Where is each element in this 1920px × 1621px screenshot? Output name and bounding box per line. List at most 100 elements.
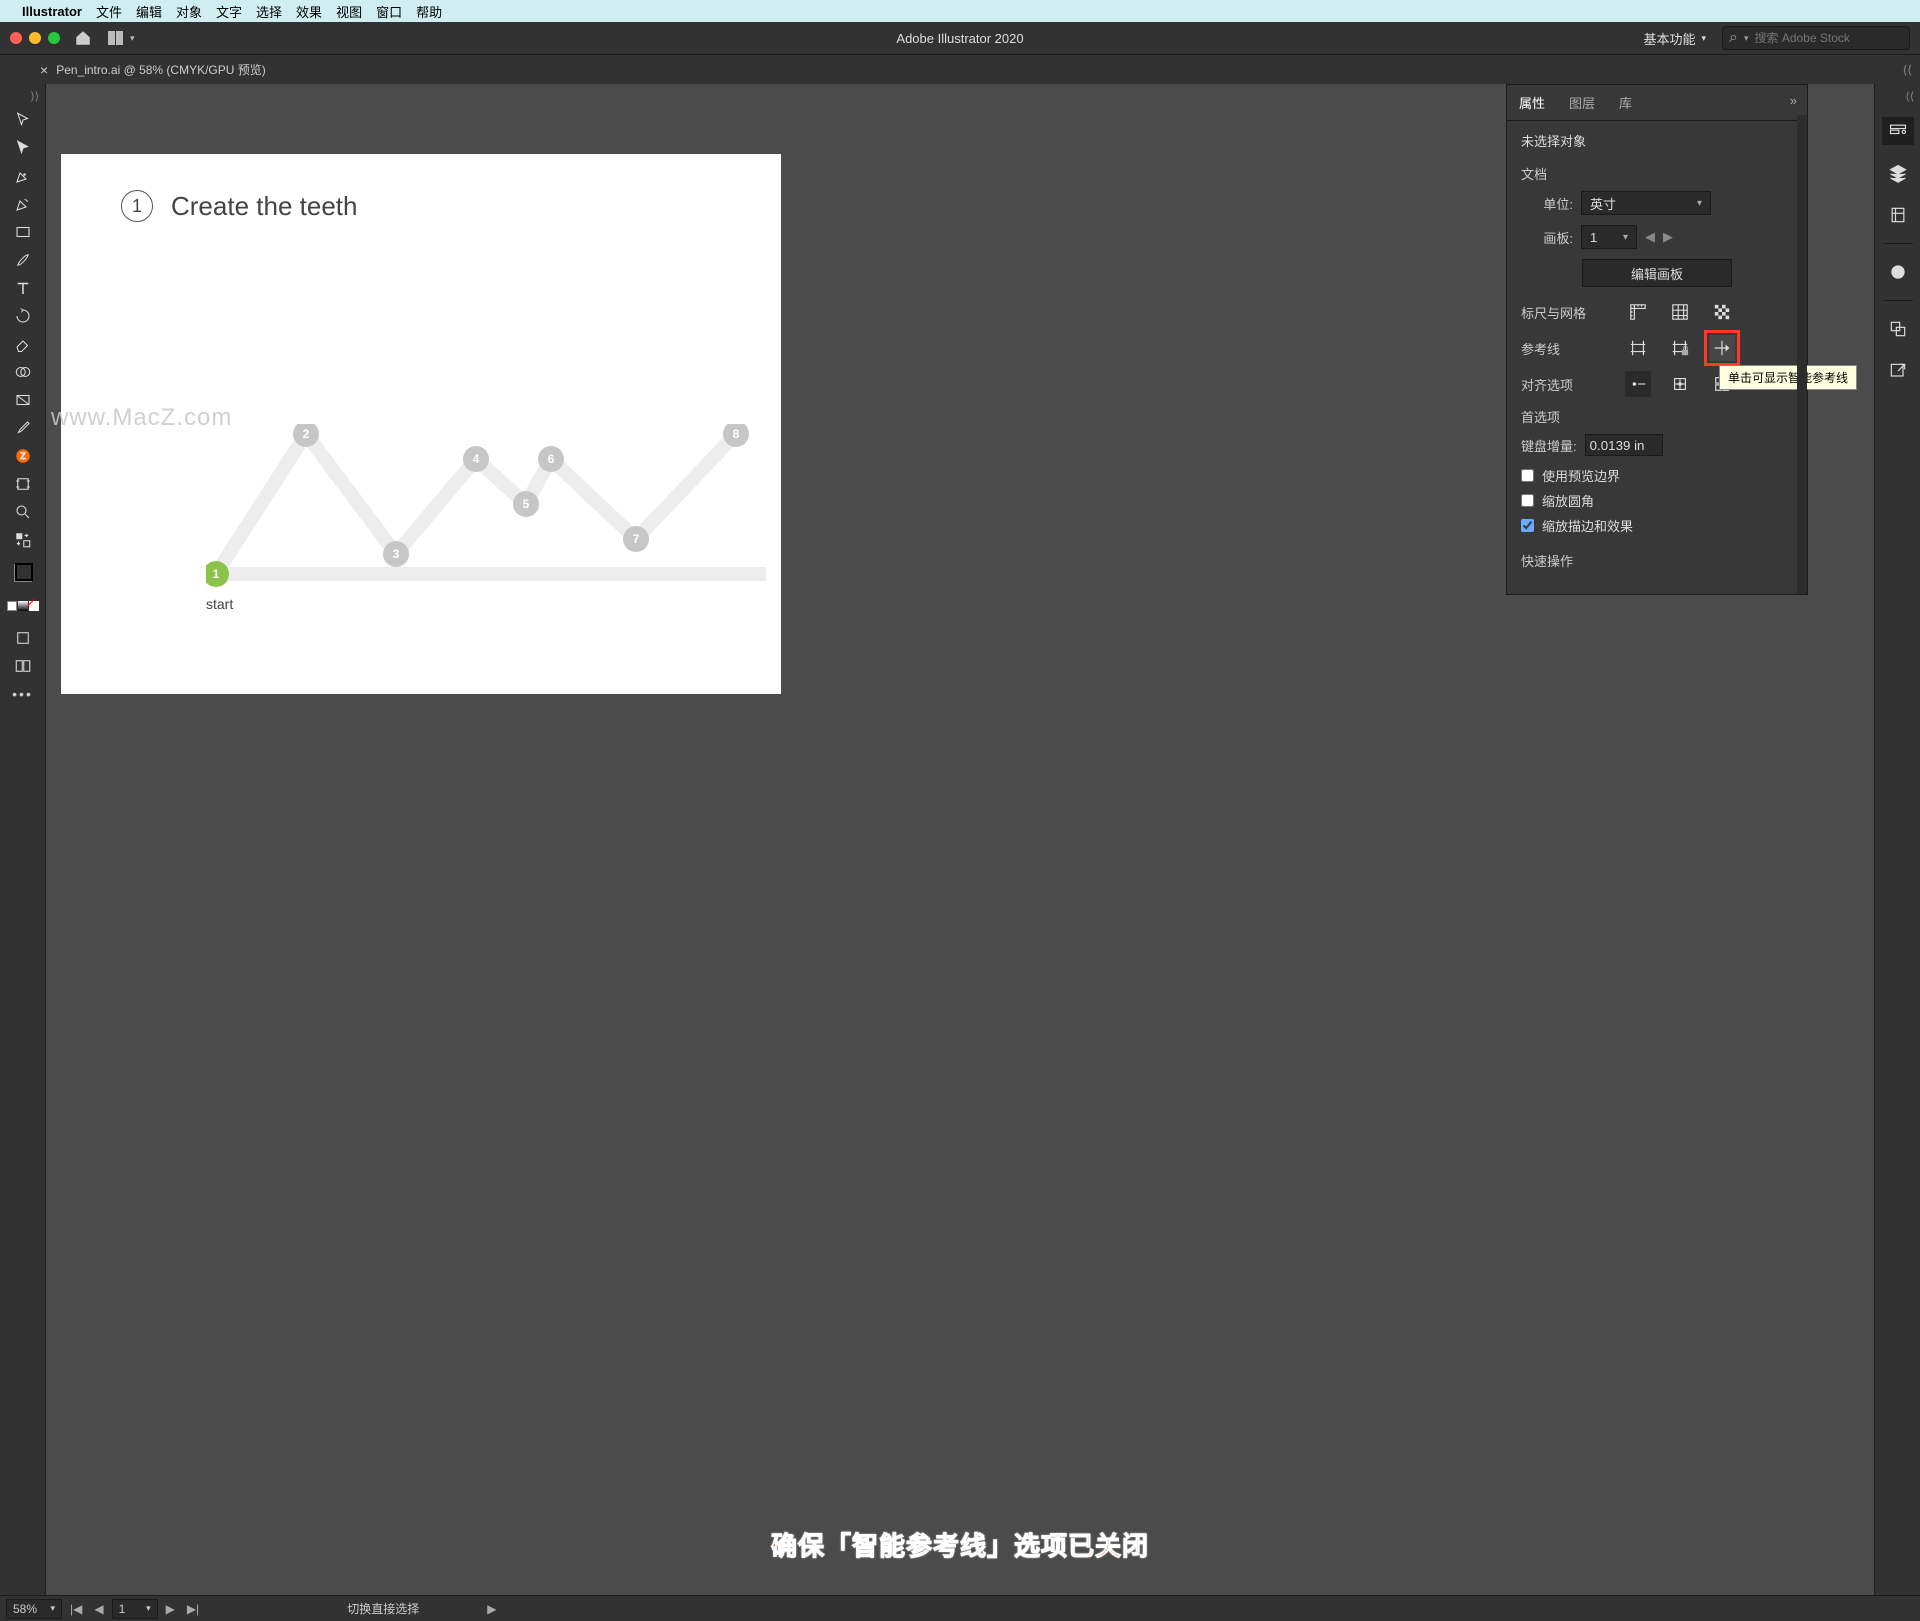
svg-text:8: 8 xyxy=(733,427,740,441)
home-icon[interactable] xyxy=(74,29,92,47)
transparency-grid-icon[interactable] xyxy=(1709,299,1735,325)
gradient-tool[interactable] xyxy=(7,387,39,413)
appearance-dock-icon[interactable] xyxy=(1882,258,1914,286)
paintbrush-tool[interactable] xyxy=(7,247,39,273)
menu-object[interactable]: 对象 xyxy=(176,2,202,21)
type-tool[interactable] xyxy=(7,275,39,301)
window-close-button[interactable] xyxy=(10,32,22,44)
adobe-stock-search[interactable]: ⌕ ▾ xyxy=(1722,26,1910,50)
unit-dropdown[interactable]: 英寸▾ xyxy=(1581,191,1711,215)
smart-guides-icon[interactable] xyxy=(1709,335,1735,361)
svg-text:7: 7 xyxy=(633,532,640,546)
window-controls xyxy=(10,32,60,44)
zoom-dropdown[interactable]: 58%▾ xyxy=(6,1599,62,1619)
swap-fill-stroke-icon[interactable] xyxy=(7,527,39,553)
app-name[interactable]: Illustrator xyxy=(22,4,82,19)
menu-select[interactable]: 选择 xyxy=(256,2,282,21)
svg-text:Z: Z xyxy=(20,451,26,461)
menu-window[interactable]: 窗口 xyxy=(376,2,402,21)
eyedropper-tool[interactable] xyxy=(7,415,39,441)
rectangle-tool[interactable] xyxy=(7,219,39,245)
first-artboard-button[interactable]: |◀ xyxy=(66,1602,86,1616)
properties-dock-icon[interactable] xyxy=(1882,117,1914,145)
collapse-toolbar-icon[interactable]: ⟩⟩ xyxy=(30,90,39,103)
scale-corners-checkbox[interactable]: 缩放圆角 xyxy=(1521,491,1793,510)
menu-file[interactable]: 文件 xyxy=(96,2,122,21)
keyboard-increment-input[interactable] xyxy=(1585,434,1663,456)
expand-dock-icon[interactable]: ⟨⟨ xyxy=(1905,90,1914,103)
artboard-tool[interactable] xyxy=(7,471,39,497)
curvature-tool[interactable] xyxy=(7,191,39,217)
expand-panels-icon[interactable]: ⟨⟨ xyxy=(1903,63,1912,77)
teeth-path-graphic: 1 2 3 4 5 6 7 8 xyxy=(206,424,766,604)
search-icon: ⌕ xyxy=(1729,29,1738,47)
macos-menubar: Illustrator 文件 编辑 对象 文字 选择 效果 视图 窗口 帮助 xyxy=(0,0,1200,22)
edit-toolbar-button[interactable]: ••• xyxy=(7,681,39,707)
document-tabbar: × Pen_intro.ai @ 58% (CMYK/GPU 预览) ⟨⟨ xyxy=(0,54,1920,84)
zoom-context-icon[interactable]: Z xyxy=(7,443,39,469)
selection-status: 未选择对象 xyxy=(1521,131,1793,150)
artboard-label: 画板: xyxy=(1521,228,1573,247)
tab-libraries[interactable]: 库 xyxy=(1607,85,1644,120)
arrange-documents-button[interactable]: ▾ xyxy=(108,31,135,45)
artboard-title: Create the teeth xyxy=(171,191,357,222)
shape-builder-tool[interactable] xyxy=(7,359,39,385)
start-label: start xyxy=(206,596,233,612)
draw-mode-button[interactable] xyxy=(7,625,39,651)
menu-view[interactable]: 视图 xyxy=(336,2,362,21)
panel-scrollbar[interactable] xyxy=(1797,115,1807,594)
svg-text:1: 1 xyxy=(213,567,220,581)
snap-to-grid-icon[interactable] xyxy=(1667,371,1693,397)
close-tab-icon[interactable]: × xyxy=(40,62,48,78)
keyboard-increment-label: 键盘增量: xyxy=(1521,436,1577,455)
next-artboard-button[interactable]: ▶ xyxy=(162,1602,179,1616)
document-tab-label: Pen_intro.ai @ 58% (CMYK/GPU 预览) xyxy=(56,61,266,78)
rulers-icon[interactable] xyxy=(1625,299,1651,325)
artboard-nav-dropdown[interactable]: 1▾ xyxy=(112,1599,158,1619)
libraries-dock-icon[interactable] xyxy=(1882,201,1914,229)
show-guides-icon[interactable] xyxy=(1625,335,1651,361)
selection-tool[interactable] xyxy=(7,107,39,133)
eraser-tool[interactable] xyxy=(7,331,39,357)
fill-stroke-indicator[interactable] xyxy=(7,555,39,591)
layers-dock-icon[interactable] xyxy=(1882,159,1914,187)
edit-artboards-button[interactable]: 编辑画板 xyxy=(1582,259,1732,287)
window-zoom-button[interactable] xyxy=(48,32,60,44)
asset-export-dock-icon[interactable] xyxy=(1882,315,1914,343)
rotate-tool[interactable] xyxy=(7,303,39,329)
prev-artboard-button[interactable]: ◀ xyxy=(90,1602,107,1616)
zoom-tool[interactable] xyxy=(7,499,39,525)
workspace-dropdown[interactable]: 基本功能 ▾ xyxy=(1635,25,1714,52)
status-label: 切换直接选择 xyxy=(347,1600,419,1617)
export-dock-icon[interactable] xyxy=(1882,357,1914,385)
menu-type[interactable]: 文字 xyxy=(216,2,242,21)
status-menu-button[interactable]: ▶ xyxy=(483,1602,500,1616)
last-artboard-button[interactable]: ▶| xyxy=(183,1602,203,1616)
pen-tool[interactable] xyxy=(7,163,39,189)
window-minimize-button[interactable] xyxy=(29,32,41,44)
menu-effect[interactable]: 效果 xyxy=(296,2,322,21)
lock-guides-icon[interactable] xyxy=(1667,335,1693,361)
artboard-number-dropdown[interactable]: 1▾ xyxy=(1581,225,1637,249)
menu-help[interactable]: 帮助 xyxy=(416,2,442,21)
color-mode-buttons[interactable] xyxy=(7,593,39,619)
main-area: ⟩⟩ Z ••• xyxy=(0,84,1920,1595)
artboard-number: 1 xyxy=(1590,230,1597,245)
document-tab[interactable]: × Pen_intro.ai @ 58% (CMYK/GPU 预览) xyxy=(40,61,266,78)
tab-layers[interactable]: 图层 xyxy=(1557,85,1607,120)
artboard-next-button[interactable]: ▶ xyxy=(1663,229,1673,245)
svg-text:3: 3 xyxy=(393,547,400,561)
direct-selection-tool[interactable] xyxy=(7,135,39,161)
snap-to-point-icon[interactable] xyxy=(1625,371,1651,397)
titlebar: ▾ Adobe Illustrator 2020 基本功能 ▾ ⌕ ▾ xyxy=(0,22,1920,54)
search-input[interactable] xyxy=(1755,31,1904,45)
canvas[interactable]: 1 Create the teeth 1 2 3 4 5 6 7 8 start xyxy=(46,84,1874,1595)
artboard-prev-button[interactable]: ◀ xyxy=(1645,229,1655,245)
use-preview-bounds-checkbox[interactable]: 使用预览边界 xyxy=(1521,466,1793,485)
grid-icon[interactable] xyxy=(1667,299,1693,325)
tab-properties[interactable]: 属性 xyxy=(1507,85,1557,120)
watermark: www.MacZ.com xyxy=(51,404,232,432)
screen-mode-button[interactable] xyxy=(7,653,39,679)
scale-strokes-checkbox[interactable]: 缩放描边和效果 xyxy=(1521,516,1793,535)
menu-edit[interactable]: 编辑 xyxy=(136,2,162,21)
